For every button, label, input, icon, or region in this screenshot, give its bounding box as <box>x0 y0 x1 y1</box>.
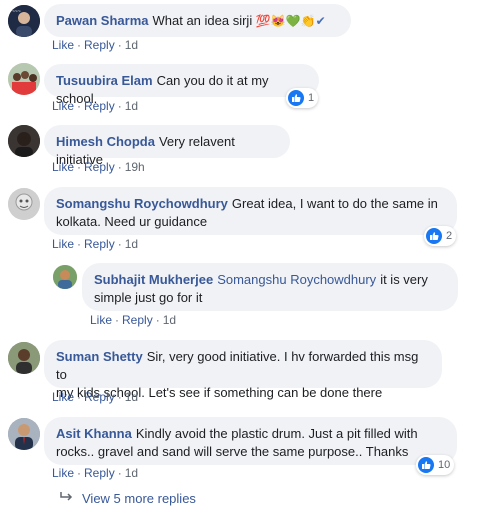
comment-text-continued: kolkata. Need ur guidance <box>56 214 208 229</box>
comment-bubble: Pawan Sharma What an idea sirji 💯😻💚👏✔ <box>44 4 351 37</box>
like-button[interactable]: Like <box>52 160 74 174</box>
reply-button[interactable]: Reply <box>84 99 115 113</box>
comment-author[interactable]: Subhajit Mukherjee <box>94 272 213 287</box>
reaction-summary[interactable]: 10 <box>416 455 455 475</box>
view-more-replies-link[interactable]: View 5 more replies <box>60 491 196 506</box>
reply-button[interactable]: Reply <box>84 390 115 404</box>
reaction-count: 1 <box>308 92 315 104</box>
timestamp[interactable]: 1d <box>125 237 138 251</box>
comment-bubble: Himesh Chopda Very relavent initiative <box>44 125 290 167</box>
comment-bubble: Somangshu Roychowdhury Great idea, I want… <box>44 187 457 235</box>
like-reaction-icon <box>288 90 304 106</box>
avatar[interactable]: ~~~ <box>8 5 40 37</box>
comment-author[interactable]: Asit Khanna <box>56 426 132 441</box>
avatar[interactable] <box>8 188 40 220</box>
comment-actions: Like · Reply · 1d <box>52 466 139 480</box>
like-button[interactable]: Like <box>52 466 74 480</box>
comment-actions: Like · Reply · 1d <box>52 38 139 52</box>
like-button[interactable]: Like <box>52 99 74 113</box>
reaction-summary[interactable]: 2 <box>424 226 457 246</box>
comment-bubble: Suman Shetty Sir, very good initiative. I… <box>44 340 442 400</box>
comment-actions: Like · Reply · 1d <box>90 313 177 327</box>
comment-bubble: Asit Khanna Kindly avoid the plastic drum… <box>44 417 457 465</box>
avatar[interactable] <box>8 418 40 450</box>
comment-text-continued: simple just go for it <box>94 290 203 305</box>
comment-author[interactable]: Himesh Chopda <box>56 134 155 149</box>
comment-bubble: Subhajit Mukherjee Somangshu Roychowdhury… <box>82 263 458 311</box>
avatar[interactable] <box>8 125 40 157</box>
reply-button[interactable]: Reply <box>84 38 115 52</box>
emoji-clap: 👏 <box>300 14 316 28</box>
emoji-hundred: 💯 <box>255 14 271 28</box>
comment-text-continued: rocks.. gravel and sand will serve the s… <box>56 444 409 459</box>
view-more-replies-label: View 5 more replies <box>82 491 196 506</box>
avatar[interactable] <box>8 63 40 95</box>
timestamp[interactable]: 19h <box>125 160 145 174</box>
comment-actions: Like · Reply · 1d <box>52 99 139 113</box>
reply-button[interactable]: Reply <box>84 237 115 251</box>
reply-button[interactable]: Reply <box>122 313 153 327</box>
emoji-check: ✔ <box>315 14 326 28</box>
comment-text: it is very <box>380 272 428 287</box>
timestamp[interactable]: 1d <box>125 99 138 113</box>
comment-author[interactable]: Tusuubira Elam <box>56 73 153 88</box>
comment-actions: Like · Reply · 19h <box>52 160 145 174</box>
reply-button[interactable]: Reply <box>84 160 115 174</box>
timestamp[interactable]: 1d <box>163 313 176 327</box>
comment-text: Kindly avoid the plastic drum. Just a pi… <box>135 426 418 441</box>
comment-actions: Like · Reply · 1d <box>52 237 139 251</box>
reaction-count: 10 <box>438 459 451 471</box>
like-button[interactable]: Like <box>52 237 74 251</box>
comment-author[interactable]: Suman Shetty <box>56 349 143 364</box>
comment-author[interactable]: Pawan Sharma <box>56 13 149 28</box>
timestamp[interactable]: 1d <box>125 390 138 404</box>
timestamp[interactable]: 1d <box>125 38 138 52</box>
reaction-count: 2 <box>446 230 453 242</box>
comment-author[interactable]: Somangshu Roychowdhury <box>56 196 228 211</box>
like-button[interactable]: Like <box>52 38 74 52</box>
comment-text: What an idea sirji <box>152 13 253 28</box>
comment-bubble: Tusuubira Elam Can you do it at my school… <box>44 64 319 106</box>
reply-button[interactable]: Reply <box>84 466 115 480</box>
avatar[interactable] <box>53 265 77 289</box>
comment-text: Great idea, I want to do the same in <box>231 196 438 211</box>
emoji-green-heart: 💚 <box>285 14 301 28</box>
reaction-summary[interactable]: 1 <box>286 88 319 108</box>
like-button[interactable]: Like <box>90 313 112 327</box>
comment-actions: Like · Reply · 1d <box>52 390 139 404</box>
emoji-heart-eyes-cat: 😻 <box>270 14 286 28</box>
svg-text:~~~: ~~~ <box>12 9 21 15</box>
like-reaction-icon <box>418 457 434 473</box>
mention-link[interactable]: Somangshu Roychowdhury <box>217 272 376 287</box>
timestamp[interactable]: 1d <box>125 466 138 480</box>
like-reaction-icon <box>426 228 442 244</box>
avatar[interactable] <box>8 342 40 374</box>
reply-arrow-icon <box>60 491 74 506</box>
like-button[interactable]: Like <box>52 390 74 404</box>
